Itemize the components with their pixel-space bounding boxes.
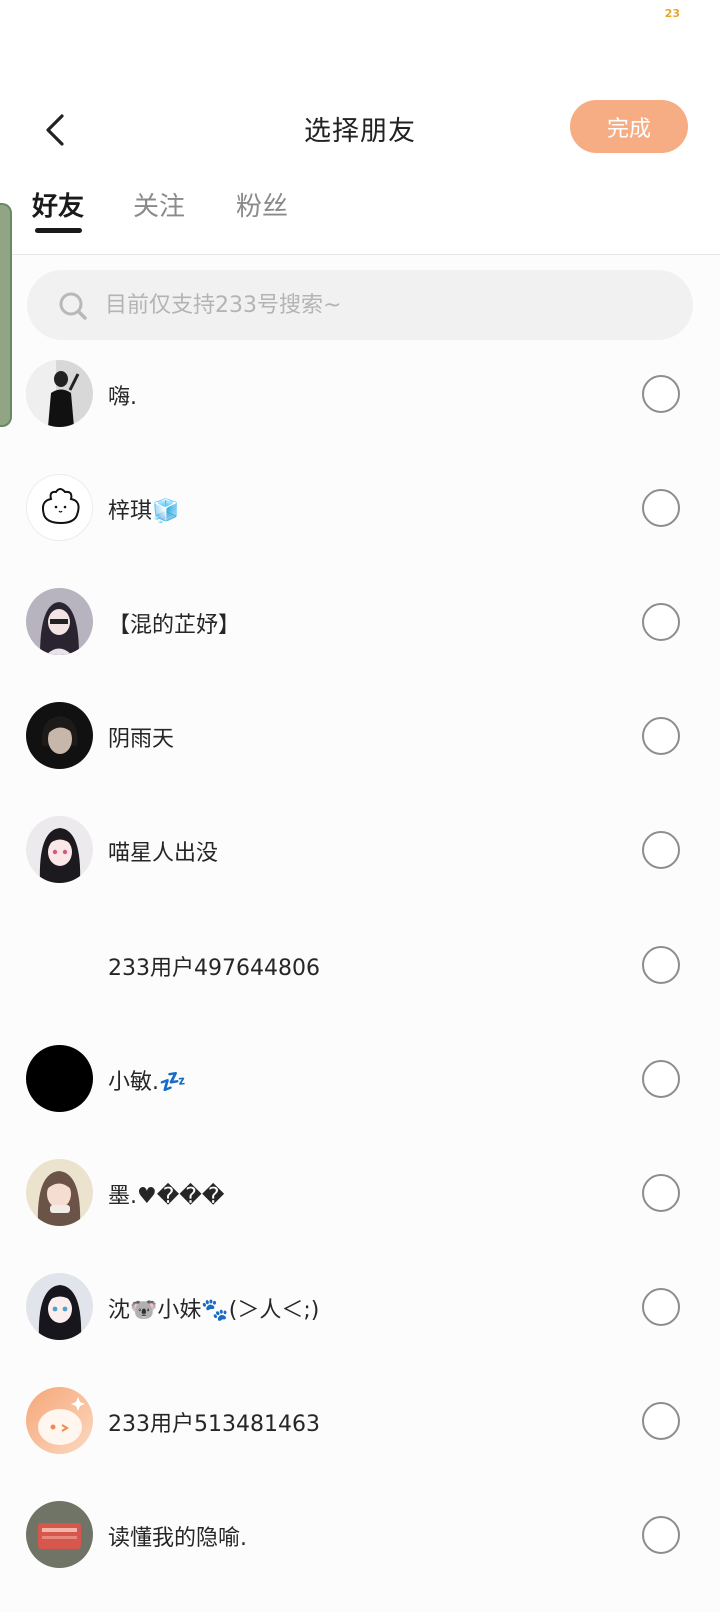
friend-name: 梓琪🧊 — [108, 499, 180, 524]
friend-name: 读懂我的隐喻. — [108, 1526, 247, 1551]
friend-name: 阴雨天 — [108, 727, 175, 752]
avatar — [26, 1273, 93, 1340]
friend-name: 233用户497644806 — [108, 956, 320, 981]
select-radio[interactable] — [642, 717, 680, 755]
avatar — [26, 1387, 93, 1454]
select-radio[interactable] — [642, 375, 680, 413]
select-radio[interactable] — [642, 946, 680, 984]
friend-name: 233用户513481463 — [108, 1412, 320, 1437]
friend-row[interactable]: 喵星人出没 — [0, 791, 720, 909]
friend-name: 沈🐨小妹🐾(＞人＜;) — [108, 1298, 320, 1323]
friend-row[interactable]: 阴雨天 — [0, 677, 720, 795]
avatar — [26, 588, 93, 655]
friend-row[interactable]: 【混的芷妤】 — [0, 563, 720, 681]
select-radio[interactable] — [642, 1060, 680, 1098]
search-input[interactable] — [105, 270, 665, 340]
tab-following[interactable]: 关注 — [133, 186, 185, 223]
friend-name: 【混的芷妤】 — [108, 613, 241, 638]
select-radio[interactable] — [642, 1174, 680, 1212]
avatar — [26, 702, 93, 769]
friend-row[interactable]: 沈🐨小妹🐾(＞人＜;) — [0, 1248, 720, 1366]
tab-fans[interactable]: 粉丝 — [236, 186, 288, 223]
avatar — [26, 1159, 93, 1226]
avatar — [26, 1501, 93, 1568]
tab-friends[interactable]: 好友 — [32, 186, 84, 223]
select-radio[interactable] — [642, 1288, 680, 1326]
select-radio[interactable] — [642, 489, 680, 527]
friend-row[interactable]: 233用户497644806 — [0, 906, 720, 1024]
avatar — [26, 816, 93, 883]
status-bar: 23 — [0, 0, 720, 60]
select-radio[interactable] — [642, 603, 680, 641]
header: 选择朋友 完成 — [0, 60, 720, 190]
friend-row[interactable]: 梓琪🧊 — [0, 449, 720, 567]
search-icon — [59, 292, 87, 320]
select-radio[interactable] — [642, 1402, 680, 1440]
friend-name: 喵星人出没 — [108, 841, 219, 866]
done-button[interactable]: 完成 — [570, 100, 688, 153]
search-bar[interactable] — [27, 270, 693, 340]
friend-row[interactable]: 读懂我的隐喻. — [0, 1476, 720, 1594]
friend-name: 嗨. — [108, 385, 137, 410]
friend-name: 墨.♥��� — [108, 1184, 225, 1209]
friend-name: 小敏.💤 — [108, 1070, 187, 1095]
friend-row[interactable]: 嗨. — [0, 335, 720, 453]
avatar — [26, 474, 93, 541]
active-tab-indicator — [35, 228, 82, 233]
friend-row[interactable]: 233用户513481463 — [0, 1362, 720, 1480]
avatar — [26, 360, 93, 427]
avatar — [26, 931, 93, 998]
status-badge: 23 — [664, 7, 680, 20]
friend-row[interactable]: 墨.♥��� — [0, 1134, 720, 1252]
select-radio[interactable] — [642, 831, 680, 869]
avatar — [26, 1045, 93, 1112]
tab-bar: 好友 关注 粉丝 — [0, 180, 720, 255]
select-radio[interactable] — [642, 1516, 680, 1554]
friend-row[interactable]: 小敏.💤 — [0, 1020, 720, 1138]
